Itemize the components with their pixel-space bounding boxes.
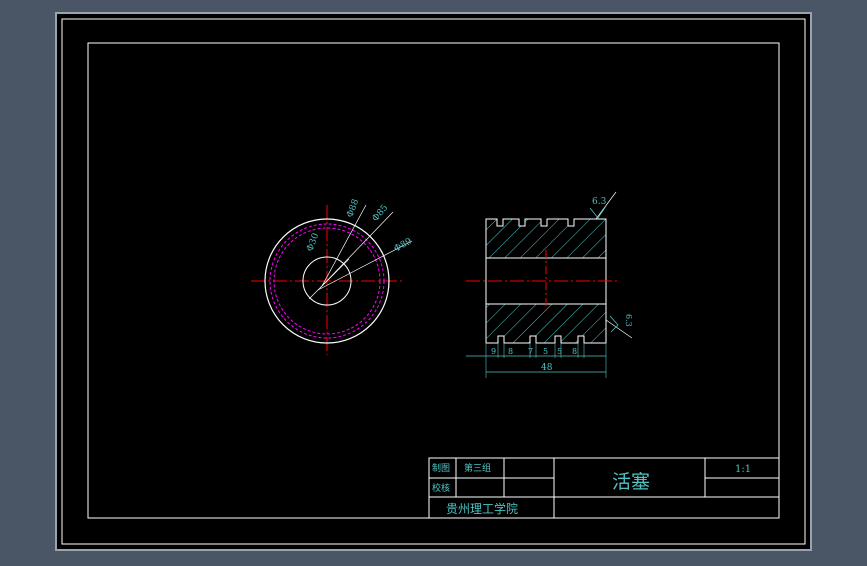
- cad-window: Φ30 Φ88 Φ85 Φ89 6.3 6.3 9 8 7 5 5 8 48 制…: [0, 0, 867, 562]
- check-label: 校核: [432, 482, 450, 494]
- groove-dim-2: 8: [508, 347, 513, 356]
- groove-dim-4: 5: [543, 347, 548, 356]
- group-name: 第三组: [464, 462, 491, 474]
- drawn-label: 制图: [432, 462, 450, 474]
- school-name: 贵州理工学院: [446, 501, 518, 516]
- roughness-value-side: 6.3: [624, 314, 633, 327]
- roughness-value-top: 6.3: [592, 197, 607, 207]
- width-dim: 48: [541, 363, 553, 373]
- scale-value: 1:1: [735, 464, 751, 475]
- groove-dim-5: 5: [557, 347, 562, 356]
- groove-dim-6: 8: [572, 347, 577, 356]
- groove-dim-1: 9: [491, 347, 496, 356]
- groove-dim-3: 7: [528, 347, 533, 356]
- drawing-canvas[interactable]: Φ30 Φ88 Φ85 Φ89 6.3 6.3 9 8 7 5 5 8 48 制…: [0, 0, 867, 562]
- part-name: 活塞: [612, 471, 650, 493]
